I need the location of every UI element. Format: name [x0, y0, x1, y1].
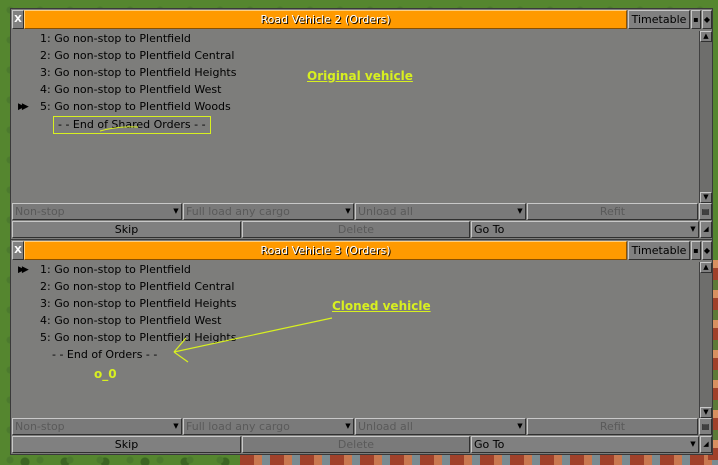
annotation-arrow-line: [173, 317, 333, 353]
annotation-arrowhead-lower: [173, 351, 189, 363]
annotation-arrows: [99, 126, 333, 363]
annotation-scribble: [99, 126, 139, 132]
